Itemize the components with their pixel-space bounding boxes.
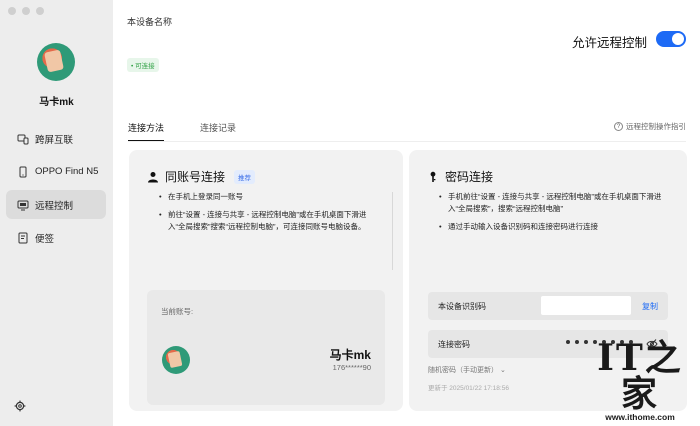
- sidebar-item-label: OPPO Find N5: [35, 166, 99, 177]
- current-account-card: 当前账号: 马卡mk 176******90: [147, 290, 385, 405]
- device-code-field: [541, 296, 631, 315]
- sidebar-item-notes[interactable]: 便签: [6, 223, 106, 252]
- guide-link[interactable]: ? 远程控制操作指引: [614, 121, 686, 132]
- updated-timestamp: 更新于 2025/01/22 17:18:56: [428, 385, 509, 392]
- password-connect-title: 密码连接: [427, 168, 493, 185]
- password-label: 连接密码: [438, 340, 470, 349]
- sidebar-username: 马卡mk: [39, 97, 74, 108]
- phone-icon: [17, 166, 29, 178]
- maximize-window-button[interactable]: [36, 7, 44, 15]
- help-icon: ?: [614, 122, 623, 131]
- device-name-label: 本设备名称: [127, 17, 173, 27]
- sidebar: 马卡mk 跨屏互联 OPPO Find N5 远程控制 便签: [0, 0, 113, 426]
- device-code-row: 本设备识别码 复制: [428, 292, 668, 320]
- allow-remote-toggle[interactable]: [656, 31, 686, 47]
- same-account-title-text: 同账号连接: [165, 170, 226, 184]
- watermark-url: www.ithome.com: [605, 412, 675, 422]
- avatar[interactable]: [37, 43, 75, 81]
- sidebar-nav: 跨屏互联 OPPO Find N5 远程控制 便签: [6, 124, 106, 256]
- recommended-tag: 推荐: [234, 169, 256, 184]
- same-account-panel: 同账号连接 推荐 在手机上登录同一账号 前往“设置 - 连接与共享 - 远程控制…: [129, 150, 403, 411]
- account-phone: 176******90: [332, 363, 371, 372]
- list-item: 前往“设置 - 连接与共享 - 远程控制电脑”或在手机桌面下滑进入“全局搜索”搜…: [159, 209, 379, 233]
- sidebar-item-phone[interactable]: OPPO Find N5: [6, 157, 106, 186]
- tab-bar: 连接方法 连接记录: [128, 121, 236, 142]
- list-item: 手机前往“设置 - 连接与共享 - 远程控制电脑”或在手机桌面下滑进入“全局搜索…: [439, 191, 663, 215]
- note-icon: [17, 232, 29, 244]
- cross-screen-icon: [17, 133, 29, 145]
- scrollbar[interactable]: [392, 192, 393, 270]
- sidebar-item-cross-screen[interactable]: 跨屏互联: [6, 124, 106, 153]
- tab-connection-methods[interactable]: 连接方法: [128, 121, 165, 142]
- avatar: [162, 346, 190, 374]
- same-account-steps: 在手机上登录同一账号 前往“设置 - 连接与共享 - 远程控制电脑”或在手机桌面…: [159, 191, 379, 239]
- sidebar-item-label: 便签: [35, 233, 55, 245]
- tab-connection-history[interactable]: 连接记录: [200, 121, 236, 142]
- person-icon: [148, 171, 158, 182]
- sidebar-item-label: 跨屏互联: [35, 134, 74, 146]
- key-icon: [430, 171, 436, 182]
- password-connect-steps: 手机前往“设置 - 连接与共享 - 远程控制电脑”或在手机桌面下滑进入“全局搜索…: [439, 191, 663, 239]
- sidebar-item-remote-control[interactable]: 远程控制: [6, 190, 106, 219]
- same-account-title: 同账号连接 推荐: [147, 168, 256, 185]
- allow-remote-label: 允许远程控制: [571, 36, 647, 50]
- close-window-button[interactable]: [8, 7, 16, 15]
- tab-divider: [128, 141, 686, 142]
- minimize-window-button[interactable]: [22, 7, 30, 15]
- account-name: 马卡mk: [329, 348, 371, 362]
- watermark-logo: IT之家: [597, 337, 683, 415]
- guide-label: 远程控制操作指引: [626, 122, 686, 131]
- device-code-label: 本设备识别码: [438, 302, 486, 311]
- remote-control-icon: [17, 199, 29, 211]
- watermark: IT之家 www.ithome.com: [590, 340, 690, 422]
- copy-button[interactable]: 复制: [642, 301, 658, 312]
- sidebar-item-label: 远程控制: [35, 200, 74, 212]
- list-item: 在手机上登录同一账号: [159, 191, 379, 203]
- password-connect-title-text: 密码连接: [445, 170, 494, 184]
- random-password-dropdown[interactable]: 随机密码（手动更新） ⌄: [428, 365, 506, 375]
- status-badge: • 可连接: [127, 58, 159, 72]
- window-controls: [8, 7, 44, 15]
- gear-icon[interactable]: [14, 400, 26, 412]
- current-account-label: 当前账号:: [161, 307, 194, 316]
- list-item: 通过手动输入设备识别码和连接密码进行连接: [439, 221, 663, 233]
